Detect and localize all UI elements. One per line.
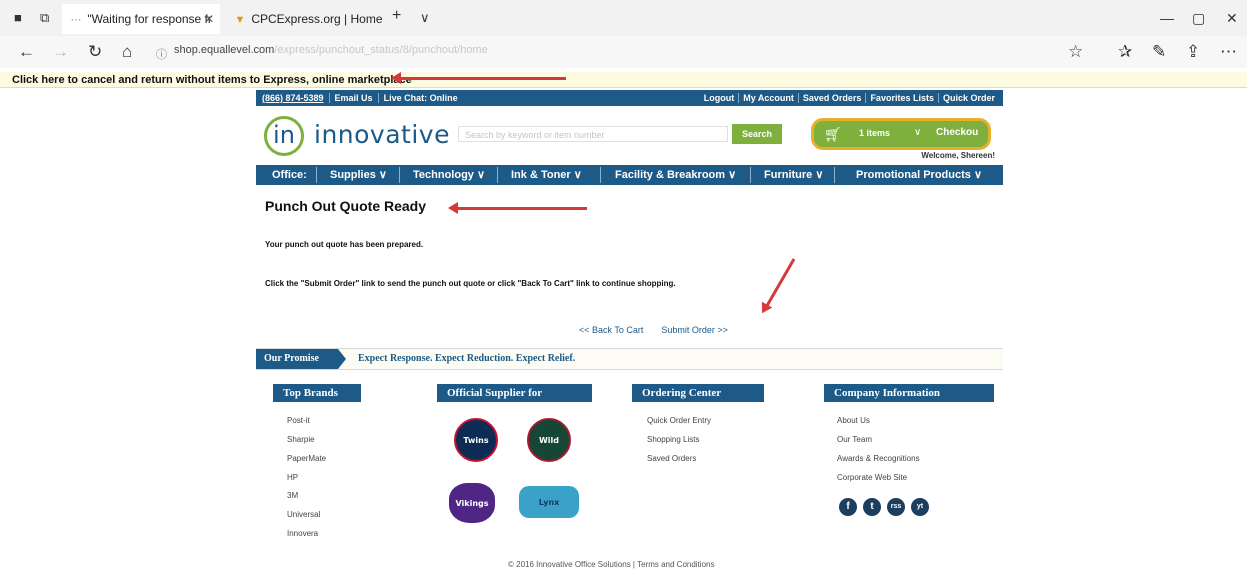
facebook-icon[interactable]: f [839, 498, 857, 516]
promise-label: Our Promise [256, 349, 346, 369]
cart-icon: 🛒︎ [824, 126, 842, 142]
ordering-link[interactable]: Quick Order Entry [647, 416, 711, 425]
wild-logo[interactable]: Wild [527, 418, 571, 462]
nav-office-label: Office: [272, 169, 307, 181]
promise-text: Expect Response. Expect Reduction. Expec… [358, 353, 576, 364]
company-link[interactable]: Awards & Recognitions [837, 454, 920, 463]
close-icon[interactable]: ✕ [204, 4, 214, 34]
top-brands-heading: Top Brands [273, 384, 361, 402]
action-links: << Back To Cart Submit Order >> [579, 325, 746, 335]
cart-widget[interactable]: 🛒︎ 1 items ∨ Checkou [811, 118, 991, 150]
share-icon[interactable]: ⇪ [1186, 42, 1200, 62]
page-title: Punch Out Quote Ready [265, 198, 427, 214]
tab-cpcexpress[interactable]: ▼ CPCExpress.org | Home [226, 4, 383, 34]
favicon-icon: ▼ [234, 14, 246, 26]
company-link[interactable]: Corporate Web Site [837, 473, 907, 482]
ordering-link[interactable]: Shopping Lists [647, 435, 699, 444]
back-icon[interactable]: ← [18, 42, 35, 62]
quick-order-link[interactable]: Quick Order [937, 93, 999, 103]
back-to-cart-link[interactable]: << Back To Cart [579, 325, 643, 335]
favorites-list-icon[interactable]: ✰ [1118, 42, 1132, 62]
loading-icon: ⋯ [70, 14, 82, 26]
url-path: /express/punchout_status/8/punchout/home [274, 44, 488, 56]
tab-actions-icon[interactable]: ■ [14, 11, 22, 25]
nav-furniture[interactable]: Furniture ∨ [764, 165, 823, 185]
live-chat-link[interactable]: Live Chat: Online [379, 93, 463, 103]
company-link[interactable]: About Us [837, 416, 870, 425]
more-icon[interactable]: ⋯ [1220, 42, 1237, 62]
brand-link[interactable]: Universal [287, 510, 320, 519]
chevron-down-icon[interactable]: ∨ [914, 127, 921, 138]
main-nav: Office: Supplies ∨ Technology ∨ Ink & To… [256, 165, 1003, 185]
checkout-button[interactable]: Checkou [936, 127, 978, 138]
forward-icon[interactable]: → [52, 42, 69, 62]
nav-ink-toner[interactable]: Ink & Toner ∨ [511, 165, 582, 185]
footer-text: © 2016 Innovative Office Solutions | Ter… [508, 560, 715, 569]
tab-label: "Waiting for response fr [87, 12, 212, 26]
refresh-icon[interactable]: ↻ [88, 42, 102, 62]
home-icon[interactable]: ⌂ [122, 42, 132, 62]
favorite-star-icon[interactable]: ☆ [1068, 42, 1083, 62]
nav-supplies[interactable]: Supplies ∨ [330, 165, 387, 185]
tab-menu-button[interactable]: ∨ [420, 11, 430, 25]
url-field[interactable]: shop.equallevel.com/express/punchout_sta… [174, 44, 488, 56]
brand-link[interactable]: Innovera [287, 529, 318, 538]
logo-mark: in [264, 116, 304, 156]
nav-facility-breakroom[interactable]: Facility & Breakroom ∨ [615, 165, 736, 185]
annotation-arrow [448, 202, 587, 214]
close-window-icon[interactable]: ✕ [1226, 10, 1238, 26]
welcome-text: Welcome, Shereen! [921, 151, 995, 160]
phone-link[interactable]: (866) 874-5389 [260, 93, 330, 103]
pen-icon[interactable]: ✎ [1152, 42, 1166, 62]
favorites-lists-link[interactable]: Favorites Lists [865, 93, 938, 103]
my-account-link[interactable]: My Account [738, 93, 798, 103]
address-bar-row: ← → ↻ ⌂ ⓘ shop.equallevel.com/express/pu… [0, 36, 1247, 68]
tab-label: CPCExpress.org | Home [251, 12, 383, 26]
tab-waiting[interactable]: ⋯ "Waiting for response fr ✕ [62, 4, 220, 34]
lynx-logo[interactable]: Lynx [519, 486, 579, 518]
cancel-punchout-bar[interactable]: Click here to cancel and return without … [0, 72, 1247, 88]
rss-icon[interactable]: rss [887, 498, 905, 516]
email-us-link[interactable]: Email Us [329, 93, 379, 103]
url-host: shop.equallevel.com [174, 44, 275, 56]
twins-logo[interactable]: Twins [454, 418, 498, 462]
twitter-icon[interactable]: t [863, 498, 881, 516]
quote-prepared-message: Your punch out quote has been prepared. [265, 240, 424, 249]
annotation-arrow [764, 258, 796, 309]
logo-text: innovative [314, 120, 450, 149]
info-icon[interactable]: ⓘ [156, 45, 167, 65]
saved-orders-link[interactable]: Saved Orders [797, 93, 866, 103]
brand-link[interactable]: Sharpie [287, 435, 315, 444]
ordering-link[interactable]: Saved Orders [647, 454, 696, 463]
logout-link[interactable]: Logout [700, 93, 739, 103]
ordering-center-heading: Ordering Center [632, 384, 764, 402]
set-aside-tabs-icon[interactable]: ⧉ [40, 11, 49, 25]
minimize-icon[interactable]: — [1160, 10, 1174, 26]
nav-technology[interactable]: Technology ∨ [413, 165, 485, 185]
utility-nav: (866) 874-5389 Email Us Live Chat: Online … [256, 90, 1003, 106]
promise-banner: Our Promise Expect Response. Expect Redu… [256, 348, 1003, 370]
brand-link[interactable]: PaperMate [287, 454, 326, 463]
nav-promotional-products[interactable]: Promotional Products ∨ [856, 165, 982, 185]
new-tab-button[interactable]: + [392, 8, 401, 24]
search-button[interactable]: Search [732, 124, 782, 144]
annotation-arrow [391, 72, 566, 84]
submit-order-link[interactable]: Submit Order >> [661, 325, 728, 335]
instructions-message: Click the "Submit Order" link to send th… [265, 279, 676, 288]
brand-link[interactable]: 3M [287, 491, 298, 500]
youtube-icon[interactable]: yt [911, 498, 929, 516]
browser-tab-bar: ■ ⧉ ⋯ "Waiting for response fr ✕ ▼ CPCEx… [0, 0, 1247, 36]
vikings-logo[interactable]: Vikings [449, 483, 495, 523]
company-info-heading: Company Information [824, 384, 994, 402]
search-input[interactable]: Search by keyword or item number [458, 126, 728, 142]
maximize-icon[interactable]: ▢ [1192, 10, 1205, 26]
company-link[interactable]: Our Team [837, 435, 872, 444]
brand-link[interactable]: HP [287, 473, 298, 482]
official-supplier-heading: Official Supplier for [437, 384, 592, 402]
brand-link[interactable]: Post-it [287, 416, 310, 425]
cart-items-count: 1 items [859, 128, 891, 138]
